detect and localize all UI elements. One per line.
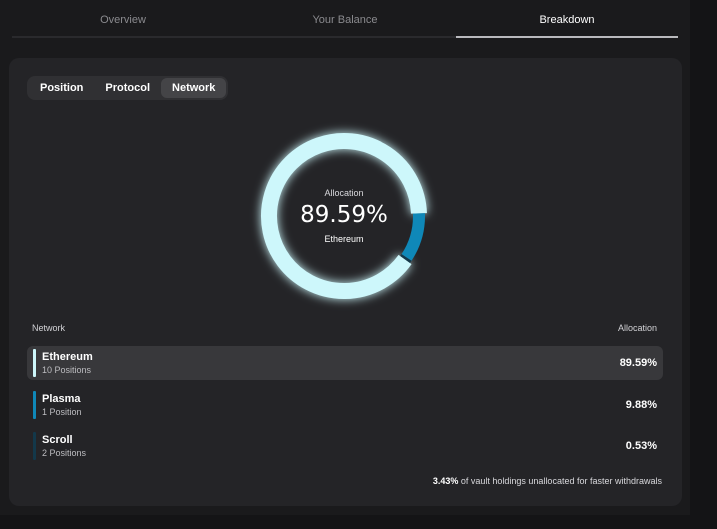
unallocated-footnote: 3.43% of vault holdings unallocated for …: [433, 476, 662, 486]
color-indicator: [33, 391, 36, 419]
network-allocation: 0.53%: [625, 440, 657, 452]
unallocated-percent: 3.43%: [432, 476, 459, 486]
network-name: Ethereum: [42, 350, 93, 363]
allocation-donut-chart: Allocation 89.59% Ethereum: [249, 121, 439, 311]
network-positions: 2 Positions: [42, 447, 87, 458]
network-row-ethereum[interactable]: Ethereum 10 Positions 89.59%: [27, 346, 663, 380]
network-allocation: 89.59%: [619, 357, 657, 369]
header-allocation: Allocation: [617, 323, 657, 333]
window-edge-right: [690, 0, 717, 529]
tab-breakdown[interactable]: Breakdown: [456, 0, 678, 38]
network-allocation: 9.88%: [625, 399, 657, 411]
tab-overview[interactable]: Overview: [12, 0, 234, 38]
header-network: Network: [32, 323, 66, 333]
segment-network[interactable]: Network: [161, 78, 227, 98]
network-positions: 10 Positions: [42, 364, 92, 375]
donut-center: Allocation 89.59% Ethereum: [249, 121, 439, 311]
color-indicator: [33, 432, 36, 460]
network-name: Plasma: [42, 392, 81, 405]
network-name: Scroll: [42, 433, 73, 446]
network-list-header: Network Allocation: [32, 323, 657, 333]
unallocated-text: of vault holdings unallocated for faster…: [458, 476, 662, 486]
network-row-scroll[interactable]: Scroll 2 Positions 0.53%: [27, 429, 663, 463]
window-edge-bottom: [0, 515, 717, 529]
allocation-label: Allocation: [324, 188, 364, 198]
network-positions: 1 Position: [42, 406, 82, 417]
segment-position[interactable]: Position: [29, 78, 94, 98]
segment-protocol[interactable]: Protocol: [94, 78, 161, 98]
allocation-network: Ethereum: [324, 234, 364, 244]
color-indicator: [33, 349, 36, 377]
breakdown-card: Position Protocol Network Allocation 89.…: [9, 58, 682, 506]
network-row-plasma[interactable]: Plasma 1 Position 9.88%: [27, 388, 663, 422]
top-tab-bar: Overview Your Balance Breakdown: [12, 0, 678, 38]
allocation-value: 89.59%: [300, 202, 388, 228]
breakdown-segmented-control: Position Protocol Network: [27, 76, 229, 100]
tab-your-balance[interactable]: Your Balance: [234, 0, 456, 38]
